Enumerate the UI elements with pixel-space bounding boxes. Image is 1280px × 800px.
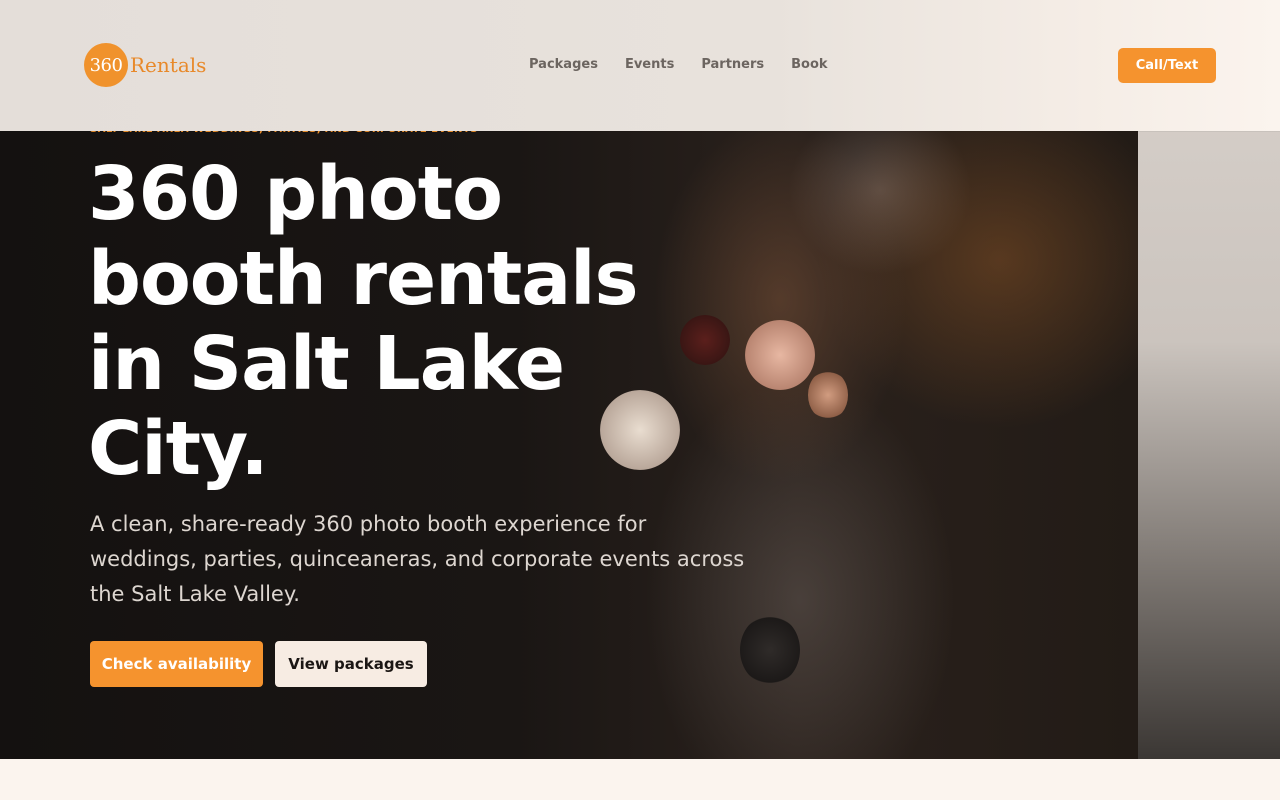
bouquet-flower bbox=[745, 320, 815, 390]
hero-lede: A clean, share-ready 360 photo booth exp… bbox=[90, 512, 745, 606]
nav-events[interactable]: Events bbox=[625, 57, 674, 72]
call-text-button[interactable]: Call/Text bbox=[1118, 48, 1216, 83]
hero-headline: 360 photo booth rentals in Salt Lake Cit… bbox=[88, 151, 639, 492]
logo-badge: 360 bbox=[84, 43, 128, 87]
site-header: 360 Rentals Packages Events Partners Boo… bbox=[0, 0, 1280, 131]
view-packages-button[interactable]: View packages bbox=[275, 641, 427, 687]
brand-logo[interactable]: 360 Rentals bbox=[84, 43, 206, 87]
bouquet-flower bbox=[740, 615, 800, 685]
logo-wordmark: Rentals bbox=[130, 53, 207, 77]
bouquet-flower bbox=[808, 370, 848, 420]
main-nav: Packages Events Partners Book bbox=[529, 57, 855, 72]
nav-book[interactable]: Book bbox=[791, 57, 827, 72]
nav-partners[interactable]: Partners bbox=[701, 57, 764, 72]
nav-packages[interactable]: Packages bbox=[529, 57, 598, 72]
check-availability-button[interactable]: Check availability bbox=[90, 641, 263, 687]
